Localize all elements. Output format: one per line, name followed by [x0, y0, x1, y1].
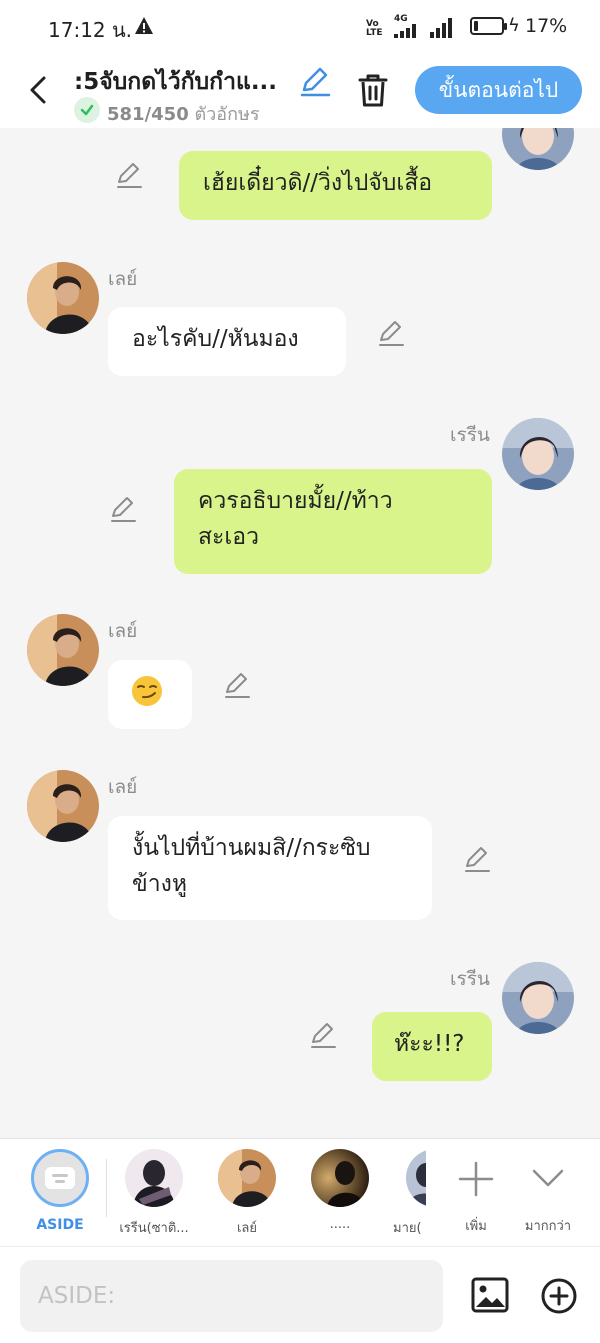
message-bubble[interactable]: ควรอธิบายมั้ย//ท้าว สะเอว: [174, 469, 492, 574]
message-text-line: ข้างหู: [132, 871, 188, 897]
sender-name: เลย์: [108, 268, 138, 290]
message-bubble[interactable]: งั้นไปที่บ้านผมสิ//กระซิบ ข้างหู: [108, 816, 432, 920]
editor-header: :5จับกดไว้กับกำแ... 581/450 ตัวอักษร ขั้…: [0, 54, 600, 128]
plus-icon: [458, 1161, 494, 1197]
more-characters-button[interactable]: มากกว่า: [508, 1149, 588, 1236]
status-bar: 17:12 น. Vo LTE 4G ϟ 17%: [0, 0, 600, 54]
trash-icon[interactable]: [354, 70, 392, 110]
next-step-button[interactable]: ขั้นตอนต่อไป: [415, 66, 582, 114]
character-item[interactable]: .....: [300, 1149, 380, 1232]
chat-area[interactable]: เฮ้ยเดี๋ยวดิ//วิ่งไปจับเสื้อ เลย์ อะไรคั…: [0, 128, 600, 1138]
volte-label: Vo LTE: [366, 19, 383, 38]
battery-percent: 17%: [525, 15, 568, 37]
avatar-lei[interactable]: [27, 614, 99, 686]
avatar-reneen[interactable]: [502, 418, 574, 490]
message-text-line: งั้นไปที่บ้านผมสิ//กระซิบ: [132, 835, 371, 861]
message-input[interactable]: [20, 1260, 443, 1332]
character-label: .....: [329, 1217, 351, 1232]
character-label: เลย์: [236, 1221, 258, 1236]
charging-icon: ϟ: [508, 15, 520, 36]
signal-bars-2-icon: [430, 18, 452, 38]
add-character-button[interactable]: เพิ่ม: [436, 1149, 516, 1236]
signal-indicators: Vo LTE 4G: [366, 14, 452, 38]
message-text: อะไรคับ//หันมอง: [132, 326, 299, 352]
story-title: :5จับกดไว้กับกำแ...: [74, 69, 278, 95]
character-avatar: [218, 1149, 276, 1207]
add-label: เพิ่ม: [465, 1219, 487, 1234]
edit-message-6-pencil-icon[interactable]: [308, 1020, 338, 1050]
sender-name: เลย์: [108, 620, 138, 642]
message-bubble[interactable]: ห๊ะะ!!?: [372, 1012, 492, 1081]
message-text: เฮ้ยเดี๋ยวดิ//วิ่งไปจับเสื้อ: [203, 170, 433, 196]
avatar-lei[interactable]: [27, 770, 99, 842]
edit-message-2-pencil-icon[interactable]: [376, 318, 406, 348]
message-bubble[interactable]: [108, 660, 192, 729]
character-item[interactable]: เรรีน(ซาติ...: [114, 1149, 194, 1238]
warning-icon: [135, 17, 153, 34]
edit-message-4-pencil-icon[interactable]: [222, 670, 252, 700]
char-count: 581/450 ตัวอักษร: [107, 99, 260, 128]
edit-message-3-pencil-icon[interactable]: [108, 494, 138, 524]
divider: [106, 1159, 107, 1217]
check-icon: [74, 97, 100, 123]
message-text-line: สะเอว: [198, 524, 259, 550]
character-item[interactable]: มาย(: [393, 1149, 426, 1238]
message-bubble[interactable]: อะไรคับ//หันมอง: [108, 307, 346, 376]
edit-title-pencil-icon[interactable]: [298, 64, 332, 98]
character-bar: ASIDE เรรีน(ซาติ... เลย์ ..... มาย(เพิ่…: [0, 1138, 600, 1246]
sender-name: เรรีน: [450, 424, 490, 446]
battery-fill: [474, 21, 478, 31]
char-count-value: 581/450: [107, 104, 189, 125]
status-time: 17:12 น.: [48, 18, 133, 42]
message-text-line: ควรอธิบายมั้ย//ท้าว: [198, 488, 393, 514]
character-label: เรรีน(ซาติ...: [119, 1221, 189, 1236]
avatar-reneen[interactable]: [502, 128, 574, 170]
plus-circle-icon[interactable]: [540, 1277, 578, 1315]
back-icon: [30, 76, 46, 104]
back-button[interactable]: [18, 70, 58, 110]
image-icon[interactable]: [470, 1275, 510, 1315]
signal-bars-1-icon: [394, 24, 416, 38]
message-text: ห๊ะะ!!?: [394, 1031, 465, 1057]
message-bubble[interactable]: เฮ้ยเดี๋ยวดิ//วิ่งไปจับเสื้อ: [179, 151, 492, 220]
character-avatar: [406, 1149, 426, 1207]
chevron-down-icon: [532, 1169, 564, 1187]
smirk-emoji: [132, 676, 162, 706]
network-label: 4G: [394, 14, 408, 24]
character-item[interactable]: เลย์: [207, 1149, 287, 1238]
aside-label: ASIDE: [36, 1217, 84, 1233]
sender-name: เลย์: [108, 776, 138, 798]
sender-name: เรรีน: [450, 968, 490, 990]
edit-message-5-pencil-icon[interactable]: [462, 844, 492, 874]
avatar-reneen[interactable]: [502, 962, 574, 1034]
character-label: มาย(: [393, 1221, 422, 1236]
character-avatar: [125, 1149, 183, 1207]
more-label: มากกว่า: [524, 1219, 572, 1234]
char-count-unit: ตัวอักษร: [194, 104, 260, 125]
aside-icon: [31, 1149, 89, 1207]
edit-message-1-pencil-icon[interactable]: [114, 160, 144, 190]
input-area: [0, 1246, 600, 1343]
character-avatar: [311, 1149, 369, 1207]
character-aside[interactable]: ASIDE: [20, 1149, 100, 1233]
battery-icon: [470, 17, 507, 35]
avatar-lei[interactable]: [27, 262, 99, 334]
